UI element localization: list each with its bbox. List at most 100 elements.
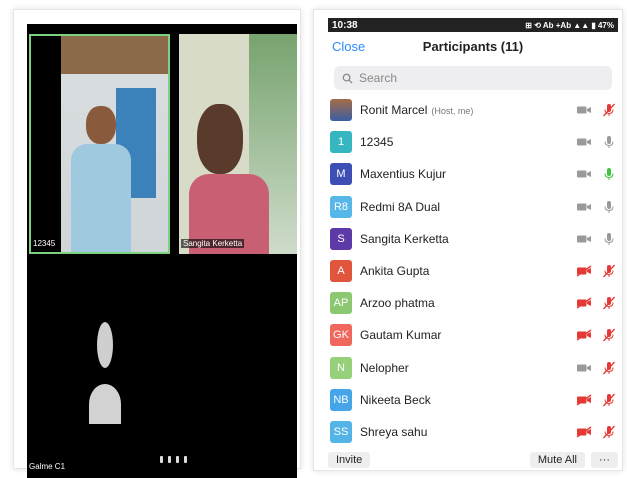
page-title: Participants (11): [422, 38, 524, 54]
participant-row[interactable]: AP Arzoo phatma: [328, 287, 618, 319]
close-button[interactable]: Close: [332, 39, 365, 54]
participant-avatar: NB: [330, 388, 352, 411]
participant-status-icons: [576, 264, 616, 278]
avatar-initials: R8: [333, 200, 349, 213]
participant-row[interactable]: SS Shreya sahu: [328, 416, 618, 448]
search-icon: [342, 73, 353, 84]
search-bar[interactable]: [334, 66, 612, 90]
video-tile-name: Sangita Kerketta: [181, 239, 245, 248]
mic-muted-icon[interactable]: [602, 361, 616, 375]
video-off-icon[interactable]: [576, 265, 592, 277]
video-off-icon[interactable]: [576, 426, 592, 438]
right-phone: 10:38 ⊞ ⟲ Ab +Ab ▲▲ ▮ 47% Close Particip…: [313, 9, 623, 471]
video-off-icon[interactable]: [576, 297, 592, 309]
avatar-initials: M: [336, 168, 346, 181]
status-time: 10:38: [332, 19, 358, 31]
participant-name-text: Arzoo phatma: [360, 296, 435, 311]
gallery-page-indicator[interactable]: [160, 456, 187, 463]
participant-status-icons: [576, 232, 616, 246]
video-off-icon[interactable]: [576, 394, 592, 406]
participant-row[interactable]: GK Gautam Kumar: [328, 319, 618, 351]
video-camera-icon[interactable]: [576, 168, 592, 180]
participant-name-text: Nelopher: [360, 360, 409, 375]
mic-muted-icon[interactable]: [602, 103, 616, 117]
mic-muted-icon[interactable]: [602, 328, 616, 342]
participant-name-text: Ankita Gupta: [360, 264, 430, 279]
video-camera-icon[interactable]: [576, 136, 592, 148]
participant-row[interactable]: M Maxentius Kujur: [328, 158, 618, 190]
microphone-icon[interactable]: [602, 200, 616, 214]
microphone-icon[interactable]: [602, 232, 616, 246]
video-camera-icon[interactable]: [576, 201, 592, 213]
avatar-initials: SS: [333, 425, 349, 438]
video-camera-icon[interactable]: [576, 233, 592, 245]
mic-muted-icon[interactable]: [602, 264, 616, 278]
participant-video-head: [197, 104, 243, 174]
participant-row[interactable]: NB Nikeeta Beck: [328, 384, 618, 416]
no-video-avatar-icon: [89, 322, 129, 424]
participant-video-body: [71, 144, 131, 252]
participant-row[interactable]: A Ankita Gupta: [328, 255, 618, 287]
status-icons: ⊞ ⟲ Ab +Ab ▲▲ ▮ 47%: [525, 20, 614, 30]
video-tile[interactable]: Sangita Kerketta: [179, 34, 297, 254]
avatar-initials: AP: [333, 297, 349, 310]
participant-avatar: N: [330, 356, 352, 379]
video-gallery: 12345 Sangita Kerketta Galme C1: [27, 24, 297, 478]
status-bar: 10:38 ⊞ ⟲ Ab +Ab ▲▲ ▮ 47%: [328, 18, 618, 32]
microphone-icon[interactable]: [602, 135, 616, 149]
video-tile-name: 12345: [31, 239, 58, 248]
participant-avatar: AP: [330, 292, 352, 315]
participant-name-text: Ronit Marcel: [360, 103, 428, 118]
participant-status-icons: [576, 167, 616, 181]
participant-name-text: Sangita Kerketta: [360, 231, 449, 246]
mute-all-button[interactable]: Mute All: [529, 452, 585, 468]
screenshot-frame: 12345 Sangita Kerketta Galme C1 10:38 ⊞ …: [0, 0, 627, 478]
mic-muted-icon[interactable]: [602, 425, 616, 439]
participant-video-head: [86, 106, 116, 144]
avatar-initials: GK: [333, 329, 349, 342]
participant-status-icons: [576, 135, 616, 149]
avatar-initials: NB: [333, 393, 349, 406]
avatar-initials: 1: [337, 136, 345, 149]
participants-header: Close Participants (11): [328, 32, 618, 60]
participant-status-icons: [576, 361, 616, 375]
participant-avatar: 1: [330, 131, 352, 154]
avatar-initials: N: [337, 361, 345, 374]
participant-list: Ronit Marcel (Host, me) 1 12345 M Maxentius K…: [328, 94, 618, 448]
participant-avatar: SS: [330, 420, 352, 443]
mic-muted-icon[interactable]: [602, 393, 616, 407]
participant-avatar: M: [330, 163, 352, 186]
participant-status-icons: [576, 425, 616, 439]
participant-avatar: R8: [330, 195, 352, 218]
participant-name-text: 12345: [360, 135, 394, 150]
participant-row[interactable]: 1 12345: [328, 126, 618, 158]
avatar-initials: S: [337, 232, 345, 245]
participant-status-icons: [576, 103, 616, 117]
video-camera-icon[interactable]: [576, 104, 592, 116]
participant-name-text: Maxentius Kujur: [360, 167, 447, 182]
participant-status-icons: [576, 296, 616, 310]
mic-muted-icon[interactable]: [602, 296, 616, 310]
footer-actions: Mute All ···: [529, 452, 618, 468]
participant-row[interactable]: S Sangita Kerketta: [328, 223, 618, 255]
search-input[interactable]: [359, 71, 579, 85]
video-tile-active-speaker[interactable]: 12345: [29, 34, 170, 254]
more-options-button[interactable]: ···: [591, 452, 618, 468]
participant-row[interactable]: N Nelopher: [328, 352, 618, 384]
participant-avatar: [330, 99, 352, 122]
left-phone: 12345 Sangita Kerketta Galme C1: [13, 9, 301, 478]
participant-avatar: GK: [330, 324, 352, 347]
participant-status-icons: [576, 328, 616, 342]
participant-row[interactable]: R8 Redmi 8A Dual: [328, 191, 618, 223]
participants-footer: Invite Mute All ···: [328, 450, 618, 470]
participant-avatar: A: [330, 260, 352, 283]
video-camera-icon[interactable]: [576, 362, 592, 374]
microphone-icon[interactable]: [602, 167, 616, 181]
participant-row[interactable]: Ronit Marcel (Host, me): [328, 94, 618, 126]
video-tile-name: Galme C1: [29, 462, 66, 471]
invite-button[interactable]: Invite: [328, 452, 371, 468]
participant-name-text: Shreya sahu: [360, 424, 428, 439]
avatar-initials: A: [337, 265, 345, 278]
video-off-icon[interactable]: [576, 329, 592, 341]
participant-name-text: Nikeeta Beck: [360, 392, 431, 407]
